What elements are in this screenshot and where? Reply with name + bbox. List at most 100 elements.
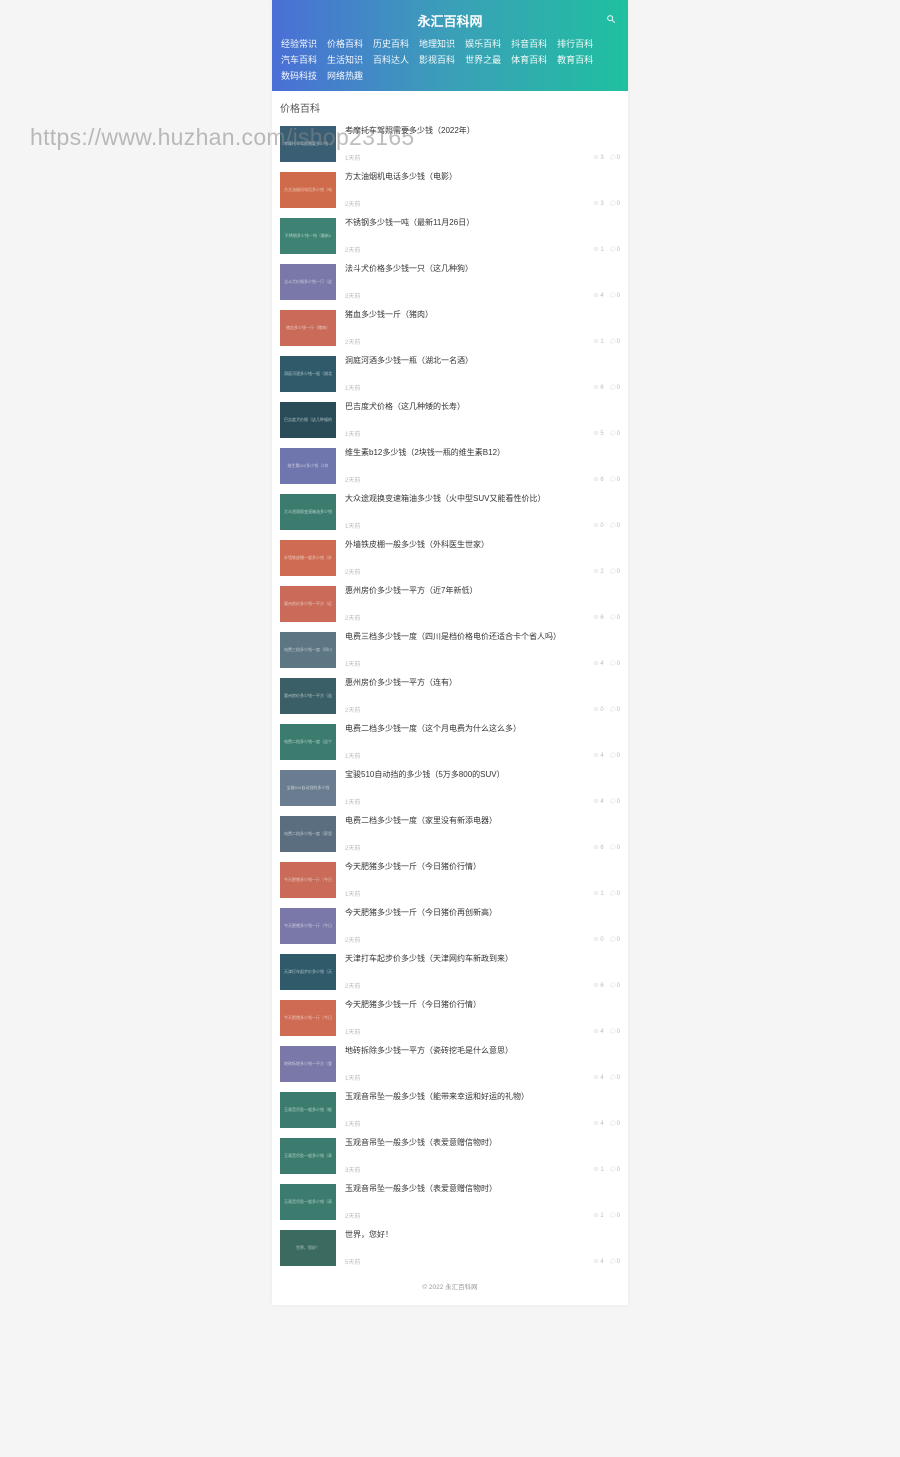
nav-item[interactable]: 教育百科 xyxy=(552,52,598,68)
thumbnail[interactable]: 电费二档多少钱一度（这个 xyxy=(280,724,336,760)
thumbnail[interactable]: 玉观音吊坠一般多少钱（表 xyxy=(280,1138,336,1174)
nav-item[interactable]: 影视百科 xyxy=(414,52,460,68)
item-title[interactable]: 天津打车起步价多少钱（天津网约车新政到来） xyxy=(345,954,620,965)
thumbnail[interactable]: 天津打车起步价多少钱（天 xyxy=(280,954,336,990)
nav-item[interactable]: 地理知识 xyxy=(414,36,460,52)
views-stat: 1 xyxy=(593,1166,603,1174)
thumb-placeholder-text: 维生素b12多少钱（2块 xyxy=(283,463,333,469)
thumbnail[interactable]: 地砖拆除多少钱一平方（瓷 xyxy=(280,1046,336,1082)
eye-icon xyxy=(593,154,599,162)
comments-stat: 0 xyxy=(610,1028,620,1036)
item-title[interactable]: 玉观音吊坠一般多少钱（表爱意赠信物时） xyxy=(345,1138,620,1149)
thumbnail[interactable]: 电费二档多少钱一度（家里 xyxy=(280,816,336,852)
item-title[interactable]: 洞庭河酒多少钱一瓶（湖北一名酒） xyxy=(345,356,620,367)
nav-item[interactable]: 体育百科 xyxy=(506,52,552,68)
comments-stat: 0 xyxy=(610,890,620,898)
thumb-placeholder-text: 外墙铁皮棚一般多少钱（外 xyxy=(283,555,333,561)
item-title[interactable]: 今天肥猪多少钱一斤（今日猪价再创新高） xyxy=(345,908,620,919)
thumbnail[interactable]: 巴吉度犬价格（这几种矮的 xyxy=(280,402,336,438)
thumbnail[interactable]: 电费三档多少钱一度（四川 xyxy=(280,632,336,668)
item-title[interactable]: 电费三档多少钱一度（四川是档价格电价还适合卡个省人吗） xyxy=(345,632,620,643)
comment-icon xyxy=(610,1120,616,1128)
item-title[interactable]: 电费二档多少钱一度（家里没有新添电器） xyxy=(345,816,620,827)
nav-item[interactable]: 百科达人 xyxy=(368,52,414,68)
item-title[interactable]: 法斗犬价格多少钱一只（这几种狗） xyxy=(345,264,620,275)
item-time: 2天前 xyxy=(345,1211,360,1220)
item-title[interactable]: 不锈钢多少钱一吨（最新11月26日） xyxy=(345,218,620,229)
item-stats: 40 xyxy=(593,752,620,760)
thumbnail[interactable]: 惠州房价多少钱一平方（连 xyxy=(280,678,336,714)
nav-item[interactable]: 价格百科 xyxy=(322,36,368,52)
thumbnail[interactable]: 世界，您好！ xyxy=(280,1230,336,1266)
item-meta: 2天前30 xyxy=(345,199,620,208)
thumbnail[interactable]: 玉观音吊坠一般多少钱（表 xyxy=(280,1184,336,1220)
thumbnail[interactable]: 猪血多少钱一斤（猪肉） xyxy=(280,310,336,346)
thumbnail[interactable]: 今天肥猪多少钱一斤（今日 xyxy=(280,908,336,944)
thumb-placeholder-text: 今天肥猪多少钱一斤（今日 xyxy=(283,1015,333,1021)
item-title[interactable]: 今天肥猪多少钱一斤（今日猪价行情） xyxy=(345,862,620,873)
item-title[interactable]: 巴吉度犬价格（这几种矮的长寿） xyxy=(345,402,620,413)
comments-stat: 0 xyxy=(610,660,620,668)
item-stats: 40 xyxy=(593,1120,620,1128)
views-stat: 4 xyxy=(593,798,603,806)
item-body: 天津打车起步价多少钱（天津网约车新政到来）2天前60 xyxy=(345,954,620,990)
nav-item[interactable]: 网络热趣 xyxy=(322,68,368,84)
views-count: 4 xyxy=(600,293,603,299)
nav-item[interactable]: 历史百科 xyxy=(368,36,414,52)
comments-stat: 0 xyxy=(610,706,620,714)
thumbnail[interactable]: 洞庭河酒多少钱一瓶（湖北 xyxy=(280,356,336,392)
item-title[interactable]: 地砖拆除多少钱一平方（瓷砖挖毛是什么意思） xyxy=(345,1046,620,1057)
eye-icon xyxy=(593,522,599,530)
nav-item[interactable]: 抖音百科 xyxy=(506,36,552,52)
item-stats: 40 xyxy=(593,1028,620,1036)
item-title[interactable]: 方太油烟机电话多少钱（电影） xyxy=(345,172,620,183)
nav-item[interactable]: 数码科技 xyxy=(276,68,322,84)
thumbnail[interactable]: 今天肥猪多少钱一斤（今日 xyxy=(280,862,336,898)
comments-stat: 0 xyxy=(610,798,620,806)
thumbnail[interactable]: 宝骏510自动挡的多少钱 xyxy=(280,770,336,806)
nav-item[interactable]: 排行百科 xyxy=(552,36,598,52)
thumbnail[interactable]: 玉观音吊坠一般多少钱（能 xyxy=(280,1092,336,1128)
thumbnail[interactable]: 惠州房价多少钱一平方（近 xyxy=(280,586,336,622)
item-body: 方太油烟机电话多少钱（电影） 2天前30 xyxy=(345,172,620,208)
item-title[interactable]: 今天肥猪多少钱一斤（今日猪价行情） xyxy=(345,1000,620,1011)
thumbnail[interactable]: 今天肥猪多少钱一斤（今日 xyxy=(280,1000,336,1036)
nav-item[interactable]: 娱乐百科 xyxy=(460,36,506,52)
comments-count: 0 xyxy=(617,1167,620,1173)
list-item: 不锈钢多少钱一吨（最新1不锈钢多少钱一吨（最新11月26日）2天前10 xyxy=(280,213,620,259)
views-count: 4 xyxy=(600,1121,603,1127)
thumbnail[interactable]: 大众途观换变速箱油多少钱 xyxy=(280,494,336,530)
item-title[interactable]: 外墙铁皮棚一般多少钱（外科医生世家） xyxy=(345,540,620,551)
thumbnail[interactable]: 不锈钢多少钱一吨（最新1 xyxy=(280,218,336,254)
list-item: 天津打车起步价多少钱（天天津打车起步价多少钱（天津网约车新政到来）2天前60 xyxy=(280,949,620,995)
thumbnail[interactable]: 法斗犬价格多少钱一只（这 xyxy=(280,264,336,300)
item-meta: 1天前40 xyxy=(345,659,620,668)
nav-item[interactable]: 汽车百科 xyxy=(276,52,322,68)
item-body: 惠州房价多少钱一平方（近7年新低）2天前60 xyxy=(345,586,620,622)
item-time: 5天前 xyxy=(345,1257,360,1266)
item-time: 2天前 xyxy=(345,705,360,714)
item-title[interactable]: 玉观音吊坠一般多少钱（能带来幸运和好运的礼物） xyxy=(345,1092,620,1103)
thumbnail[interactable]: 维生素b12多少钱（2块 xyxy=(280,448,336,484)
eye-icon xyxy=(593,430,599,438)
site-brand[interactable]: 永汇百科网 xyxy=(272,8,628,36)
search-icon[interactable] xyxy=(606,12,616,22)
nav-item[interactable]: 经验常识 xyxy=(276,36,322,52)
nav-item[interactable]: 生活知识 xyxy=(322,52,368,68)
item-title[interactable]: 惠州房价多少钱一平方（近7年新低） xyxy=(345,586,620,597)
thumbnail[interactable]: 考摩托车驾照需要多少钱（ xyxy=(280,126,336,162)
item-title[interactable]: 电费二档多少钱一度（这个月电费为什么这么多） xyxy=(345,724,620,735)
item-title[interactable]: 玉观音吊坠一般多少钱（表爱意赠信物时） xyxy=(345,1184,620,1195)
item-title[interactable]: 世界，您好！ xyxy=(345,1230,620,1241)
item-title[interactable]: 维生素b12多少钱（2块钱一瓶的维生素B12） xyxy=(345,448,620,459)
item-title[interactable]: 宝骏510自动挡的多少钱（5万多800的SUV） xyxy=(345,770,620,781)
thumbnail[interactable]: 外墙铁皮棚一般多少钱（外 xyxy=(280,540,336,576)
item-meta: 2天前60 xyxy=(345,475,620,484)
item-title[interactable]: 大众途观换变速箱油多少钱（火中型SUV又能看性价比） xyxy=(345,494,620,505)
item-title[interactable]: 考摩托车驾照需要多少钱（2022年） xyxy=(345,126,620,137)
item-title[interactable]: 猪血多少钱一斤（猪肉） xyxy=(345,310,620,321)
nav-item[interactable]: 世界之最 xyxy=(460,52,506,68)
item-title[interactable]: 惠州房价多少钱一平方（连有） xyxy=(345,678,620,689)
eye-icon xyxy=(593,1258,599,1266)
thumbnail[interactable]: 方太油烟机电话多少钱（电 xyxy=(280,172,336,208)
